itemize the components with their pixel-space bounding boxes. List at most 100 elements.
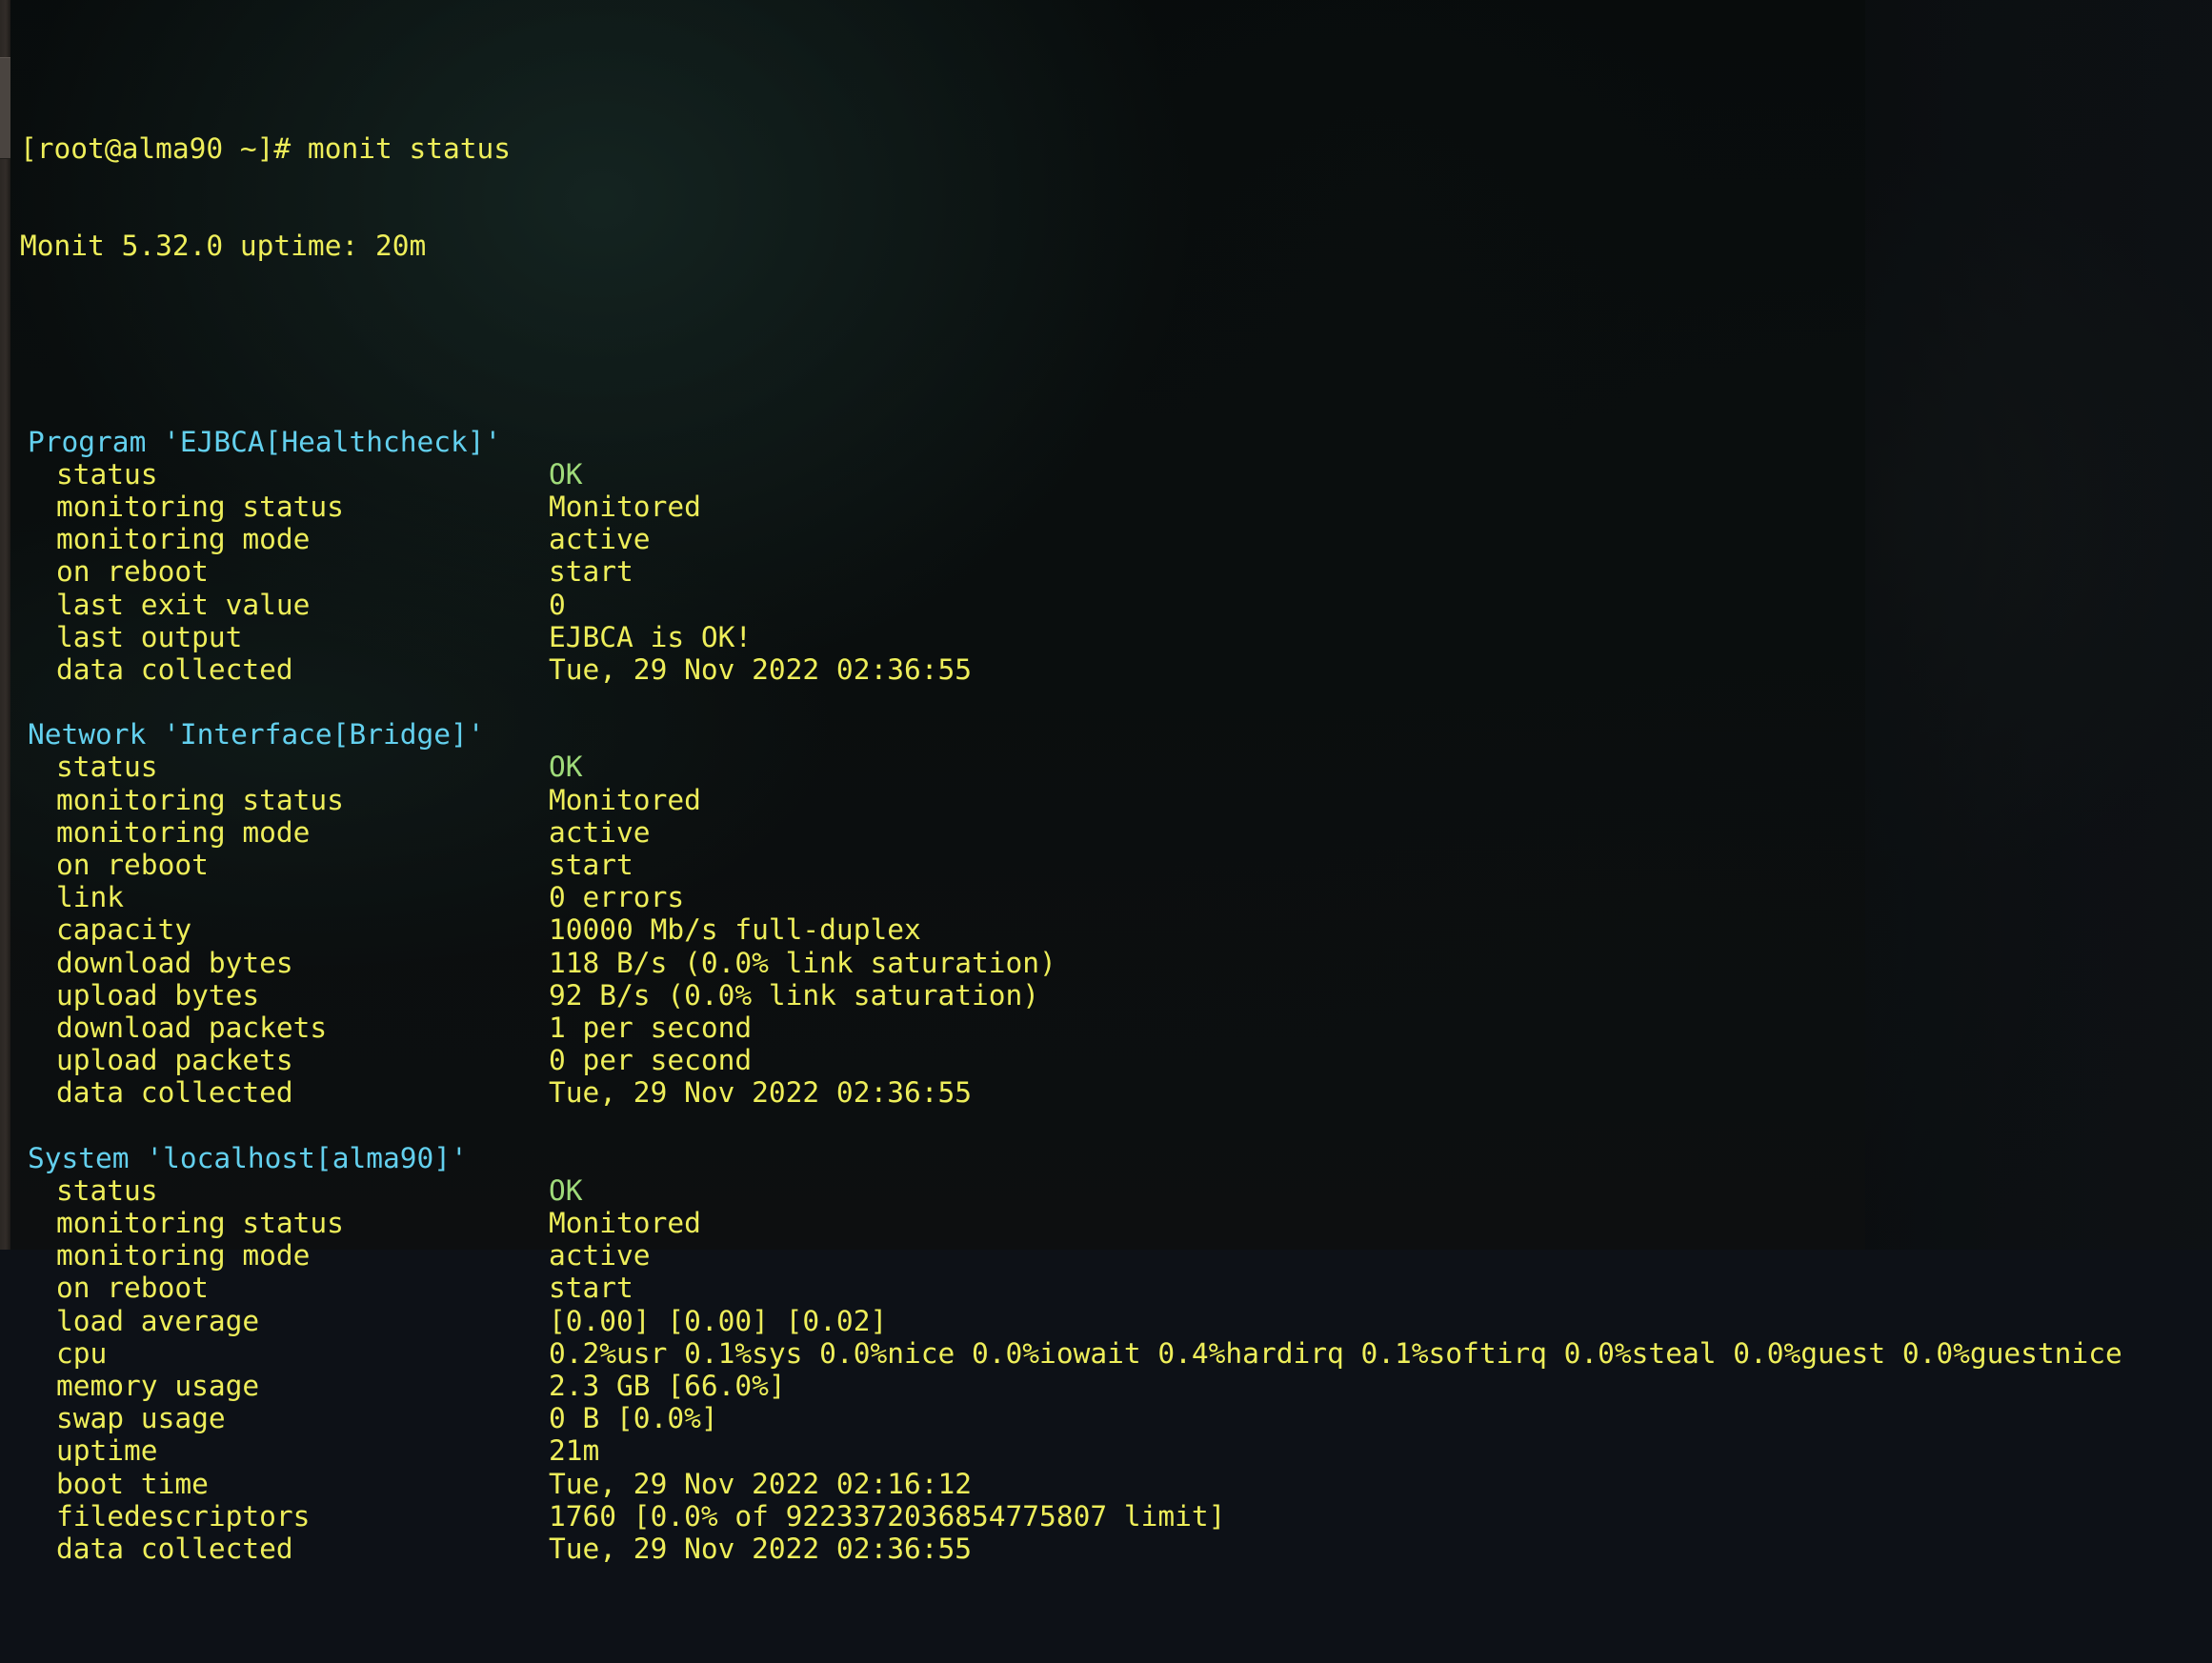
status-row-key: capacity [10, 913, 549, 946]
status-row: download packets1 per second [10, 1012, 2212, 1044]
status-row-key: on reboot [10, 849, 549, 881]
status-row-value: 21m [549, 1434, 599, 1467]
status-row: cpu0.2%usr 0.1%sys 0.0%nice 0.0%iowait 0… [10, 1337, 2212, 1370]
status-row-value: 10000 Mb/s full-duplex [549, 913, 921, 946]
status-row-key: boot time [10, 1468, 549, 1500]
status-row: last exit value0 [10, 589, 2212, 621]
status-row: monitoring statusMonitored [10, 1207, 2212, 1239]
blank-spacer [10, 1110, 2212, 1142]
status-row: on rebootstart [10, 1272, 2212, 1304]
status-row-value: 2.3 GB [66.0%] [549, 1370, 786, 1402]
status-row-key: filedescriptors [10, 1500, 549, 1533]
status-row-value: start [549, 555, 633, 588]
status-row-key: memory usage [10, 1370, 549, 1402]
status-row-key: download bytes [10, 947, 549, 979]
shell-prompt-line: [root@alma90 ~]# monit status [10, 132, 2212, 165]
status-row: monitoring statusMonitored [10, 784, 2212, 816]
status-row: statusOK [10, 751, 2212, 783]
status-row-value: [0.00] [0.00] [0.02] [549, 1305, 887, 1337]
status-row-value: 0 [549, 589, 566, 621]
status-row-key: data collected [10, 653, 549, 686]
status-row-value: 1 per second [549, 1012, 752, 1044]
status-row-value: Tue, 29 Nov 2022 02:16:12 [549, 1468, 972, 1500]
status-row-key: on reboot [10, 555, 549, 588]
status-row-key: link [10, 881, 549, 913]
section-header-system-localhost-alma90: System 'localhost[alma90]' [10, 1142, 2212, 1174]
status-row-value: active [549, 816, 651, 849]
status-row: uptime21m [10, 1434, 2212, 1467]
terminal-output: [root@alma90 ~]# monit status Monit 5.32… [10, 65, 2212, 1630]
status-row-value: 0 errors [549, 881, 684, 913]
status-row-value: 1760 [0.0% of 9223372036854775807 limit] [549, 1500, 1225, 1533]
monit-sections: Program 'EJBCA[Healthcheck]'statusOKmoni… [10, 426, 2212, 1566]
status-row: monitoring statusMonitored [10, 491, 2212, 523]
status-row-value: active [549, 1239, 651, 1272]
scrollbar-thumb[interactable] [0, 57, 10, 159]
terminal-scrollbar-gutter[interactable] [0, 0, 10, 1250]
status-row-key: monitoring status [10, 784, 549, 816]
status-row-value: Monitored [549, 491, 701, 523]
status-row-key: swap usage [10, 1402, 549, 1434]
status-row-key: on reboot [10, 1272, 549, 1304]
status-row-value: 118 B/s (0.0% link saturation) [549, 947, 1056, 979]
status-row: statusOK [10, 1174, 2212, 1207]
status-badge: OK [549, 458, 583, 491]
status-row-value: 92 B/s (0.0% link saturation) [549, 979, 1039, 1012]
status-row: memory usage2.3 GB [66.0%] [10, 1370, 2212, 1402]
status-row-key: uptime [10, 1434, 549, 1467]
section-header-network-interface-bridge: Network 'Interface[Bridge]' [10, 718, 2212, 751]
status-row: download bytes118 B/s (0.0% link saturat… [10, 947, 2212, 979]
status-row: capacity10000 Mb/s full-duplex [10, 913, 2212, 946]
status-row: monitoring modeactive [10, 1239, 2212, 1272]
status-row-value: 0 per second [549, 1044, 752, 1076]
status-row-value: Monitored [549, 1207, 701, 1239]
status-row: data collectedTue, 29 Nov 2022 02:36:55 [10, 653, 2212, 686]
status-row-value: start [549, 1272, 633, 1304]
status-row-key: monitoring status [10, 491, 549, 523]
status-row-key: monitoring mode [10, 1239, 549, 1272]
status-badge: OK [549, 1174, 583, 1207]
status-row: boot timeTue, 29 Nov 2022 02:16:12 [10, 1468, 2212, 1500]
status-row-value: EJBCA is OK! [549, 621, 752, 653]
status-row-key: download packets [10, 1012, 549, 1044]
status-row-key: upload bytes [10, 979, 549, 1012]
status-row-key: cpu [10, 1337, 549, 1370]
status-row-value: active [549, 523, 651, 555]
status-row-key: monitoring status [10, 1207, 549, 1239]
monit-version-banner: Monit 5.32.0 uptime: 20m [10, 230, 2212, 262]
status-row: link0 errors [10, 881, 2212, 913]
status-row: load average[0.00] [0.00] [0.02] [10, 1305, 2212, 1337]
status-row: filedescriptors1760 [0.0% of 92233720368… [10, 1500, 2212, 1533]
status-row-key: status [10, 458, 549, 491]
status-row-key: monitoring mode [10, 523, 549, 555]
status-row-value: Tue, 29 Nov 2022 02:36:55 [549, 1533, 972, 1565]
blank-spacer [10, 686, 2212, 718]
status-row-value: 0.2%usr 0.1%sys 0.0%nice 0.0%iowait 0.4%… [549, 1337, 2122, 1370]
status-row: last outputEJBCA is OK! [10, 621, 2212, 653]
status-row: data collectedTue, 29 Nov 2022 02:36:55 [10, 1076, 2212, 1109]
status-row: upload packets0 per second [10, 1044, 2212, 1076]
status-row-value: Tue, 29 Nov 2022 02:36:55 [549, 1076, 972, 1109]
status-row-key: status [10, 751, 549, 783]
status-row: on rebootstart [10, 849, 2212, 881]
blank-spacer [10, 328, 2212, 360]
status-row-value: start [549, 849, 633, 881]
status-row: monitoring modeactive [10, 816, 2212, 849]
status-badge: OK [549, 751, 583, 783]
status-row: swap usage0 B [0.0%] [10, 1402, 2212, 1434]
status-row-key: load average [10, 1305, 549, 1337]
status-row: statusOK [10, 458, 2212, 491]
status-row-key: monitoring mode [10, 816, 549, 849]
status-row-value: 0 B [0.0%] [549, 1402, 718, 1434]
status-row: data collectedTue, 29 Nov 2022 02:36:55 [10, 1533, 2212, 1565]
status-row-key: upload packets [10, 1044, 549, 1076]
section-header-program-ejbca-healthcheck: Program 'EJBCA[Healthcheck]' [10, 426, 2212, 458]
status-row-value: Tue, 29 Nov 2022 02:36:55 [549, 653, 972, 686]
status-row-key: last exit value [10, 589, 549, 621]
status-row-key: data collected [10, 1076, 549, 1109]
status-row-key: data collected [10, 1533, 549, 1565]
status-row-key: status [10, 1174, 549, 1207]
terminal-screen[interactable]: [root@alma90 ~]# monit status Monit 5.32… [10, 0, 2212, 1250]
status-row: monitoring modeactive [10, 523, 2212, 555]
status-row-value: Monitored [549, 784, 701, 816]
